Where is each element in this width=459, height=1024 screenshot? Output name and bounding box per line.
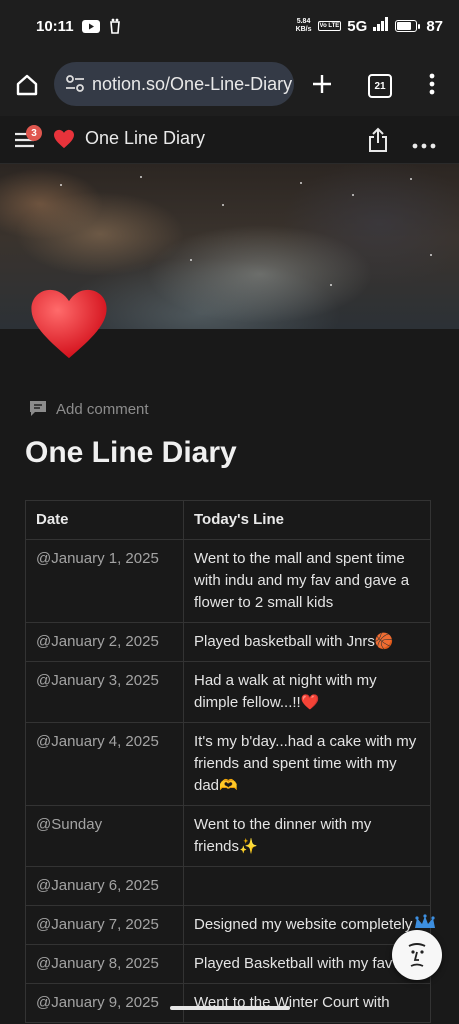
home-icon <box>16 74 38 96</box>
line-cell[interactable]: Went to the Winter Court with <box>183 983 431 1023</box>
net-speed-unit: KB/s <box>295 26 312 33</box>
table-row: @January 6, 2025 <box>25 866 431 906</box>
battery-percent: 87 <box>426 17 443 35</box>
site-settings-icon[interactable] <box>64 73 86 95</box>
more-horizontal-icon <box>412 143 436 149</box>
page-heart-icon <box>53 129 75 149</box>
table-row: @January 1, 2025 Went to the mall and sp… <box>25 539 431 623</box>
date-cell[interactable]: @January 2, 2025 <box>25 622 184 662</box>
line-cell[interactable] <box>183 866 431 906</box>
browser-menu-button[interactable] <box>424 72 440 96</box>
page-heart-emoji-icon[interactable] <box>28 284 110 364</box>
new-tab-button[interactable] <box>310 72 334 96</box>
url-text[interactable]: notion.so/One-Line-Diary <box>92 74 292 95</box>
battery-icon <box>395 20 421 32</box>
table-row: @January 7, 2025 Designed my website com… <box>25 905 431 945</box>
table-row: @January 8, 2025 Played Basketball with … <box>25 944 431 984</box>
add-comment-label: Add comment <box>56 400 149 418</box>
table-row: @Sunday Went to the dinner with my frien… <box>25 805 431 867</box>
status-bar: 10:11 5.84 KB/s Vo LTE 5G 87 <box>0 0 459 52</box>
line-cell[interactable]: It's my b'day...had a cake with my frien… <box>183 722 431 806</box>
notion-ai-face-icon <box>408 943 426 967</box>
line-cell[interactable]: Went to the mall and spent time with ind… <box>183 539 431 623</box>
tab-switcher-button[interactable]: 21 <box>368 74 392 98</box>
column-header-todays-line[interactable]: Today's Line <box>183 500 431 540</box>
table-row: @January 9, 2025 Went to the Winter Cour… <box>25 983 431 1023</box>
net-speed-indicator: 5.84 KB/s <box>296 18 312 34</box>
signal-icon <box>373 17 389 35</box>
date-cell[interactable]: @January 6, 2025 <box>25 866 184 906</box>
gesture-home-indicator[interactable] <box>170 1006 290 1010</box>
youtube-icon <box>81 19 100 33</box>
page-breadcrumb[interactable]: One Line Diary <box>85 128 205 149</box>
date-cell[interactable]: @Sunday <box>25 805 184 867</box>
notion-ai-button[interactable] <box>392 930 442 980</box>
line-cell[interactable]: Went to the dinner with my friends✨ <box>183 805 431 867</box>
plus-icon <box>313 75 331 93</box>
status-time: 10:11 <box>36 17 74 35</box>
add-comment-button[interactable]: Add comment <box>28 400 149 418</box>
share-icon <box>369 127 387 152</box>
page-title[interactable]: One Line Diary <box>25 436 237 470</box>
table-header-row: Date Today's Line <box>25 500 431 540</box>
line-cell[interactable]: Played basketball with Jnrs🏀 <box>183 622 431 662</box>
date-cell[interactable]: @January 3, 2025 <box>25 661 184 723</box>
volte-badge: Vo LTE <box>317 21 342 31</box>
date-cell[interactable]: @January 4, 2025 <box>25 722 184 806</box>
net-speed-value: 5.84 <box>296 18 311 25</box>
diary-table: Date Today's Line @January 1, 2025 Went … <box>25 500 431 1023</box>
share-button[interactable] <box>367 127 389 153</box>
table-row: @January 4, 2025 It's my b'day...had a c… <box>25 722 431 806</box>
table-row: @January 2, 2025 Played basketball with … <box>25 622 431 662</box>
date-cell[interactable]: @January 8, 2025 <box>25 944 184 984</box>
date-cell[interactable]: @January 7, 2025 <box>25 905 184 945</box>
notification-badge: 3 <box>26 125 42 141</box>
notion-header: 3 One Line Diary <box>0 116 459 164</box>
date-cell[interactable]: @January 1, 2025 <box>25 539 184 623</box>
crown-icon <box>413 914 437 930</box>
notification-app-icon <box>108 18 122 34</box>
more-vertical-icon <box>429 73 435 95</box>
browser-toolbar: notion.so/One-Line-Diary 21 <box>0 52 459 116</box>
date-cell[interactable]: @January 9, 2025 <box>25 983 184 1023</box>
table-row: @January 3, 2025 Had a walk at night wit… <box>25 661 431 723</box>
home-button[interactable] <box>14 72 40 98</box>
comment-icon <box>30 401 46 416</box>
address-bar[interactable]: notion.so/One-Line-Diary <box>54 62 294 106</box>
network-type: 5G <box>347 17 368 35</box>
line-cell[interactable]: Had a walk at night with my dimple fello… <box>183 661 431 723</box>
page-more-button[interactable] <box>412 136 436 149</box>
column-header-date[interactable]: Date <box>25 500 184 540</box>
